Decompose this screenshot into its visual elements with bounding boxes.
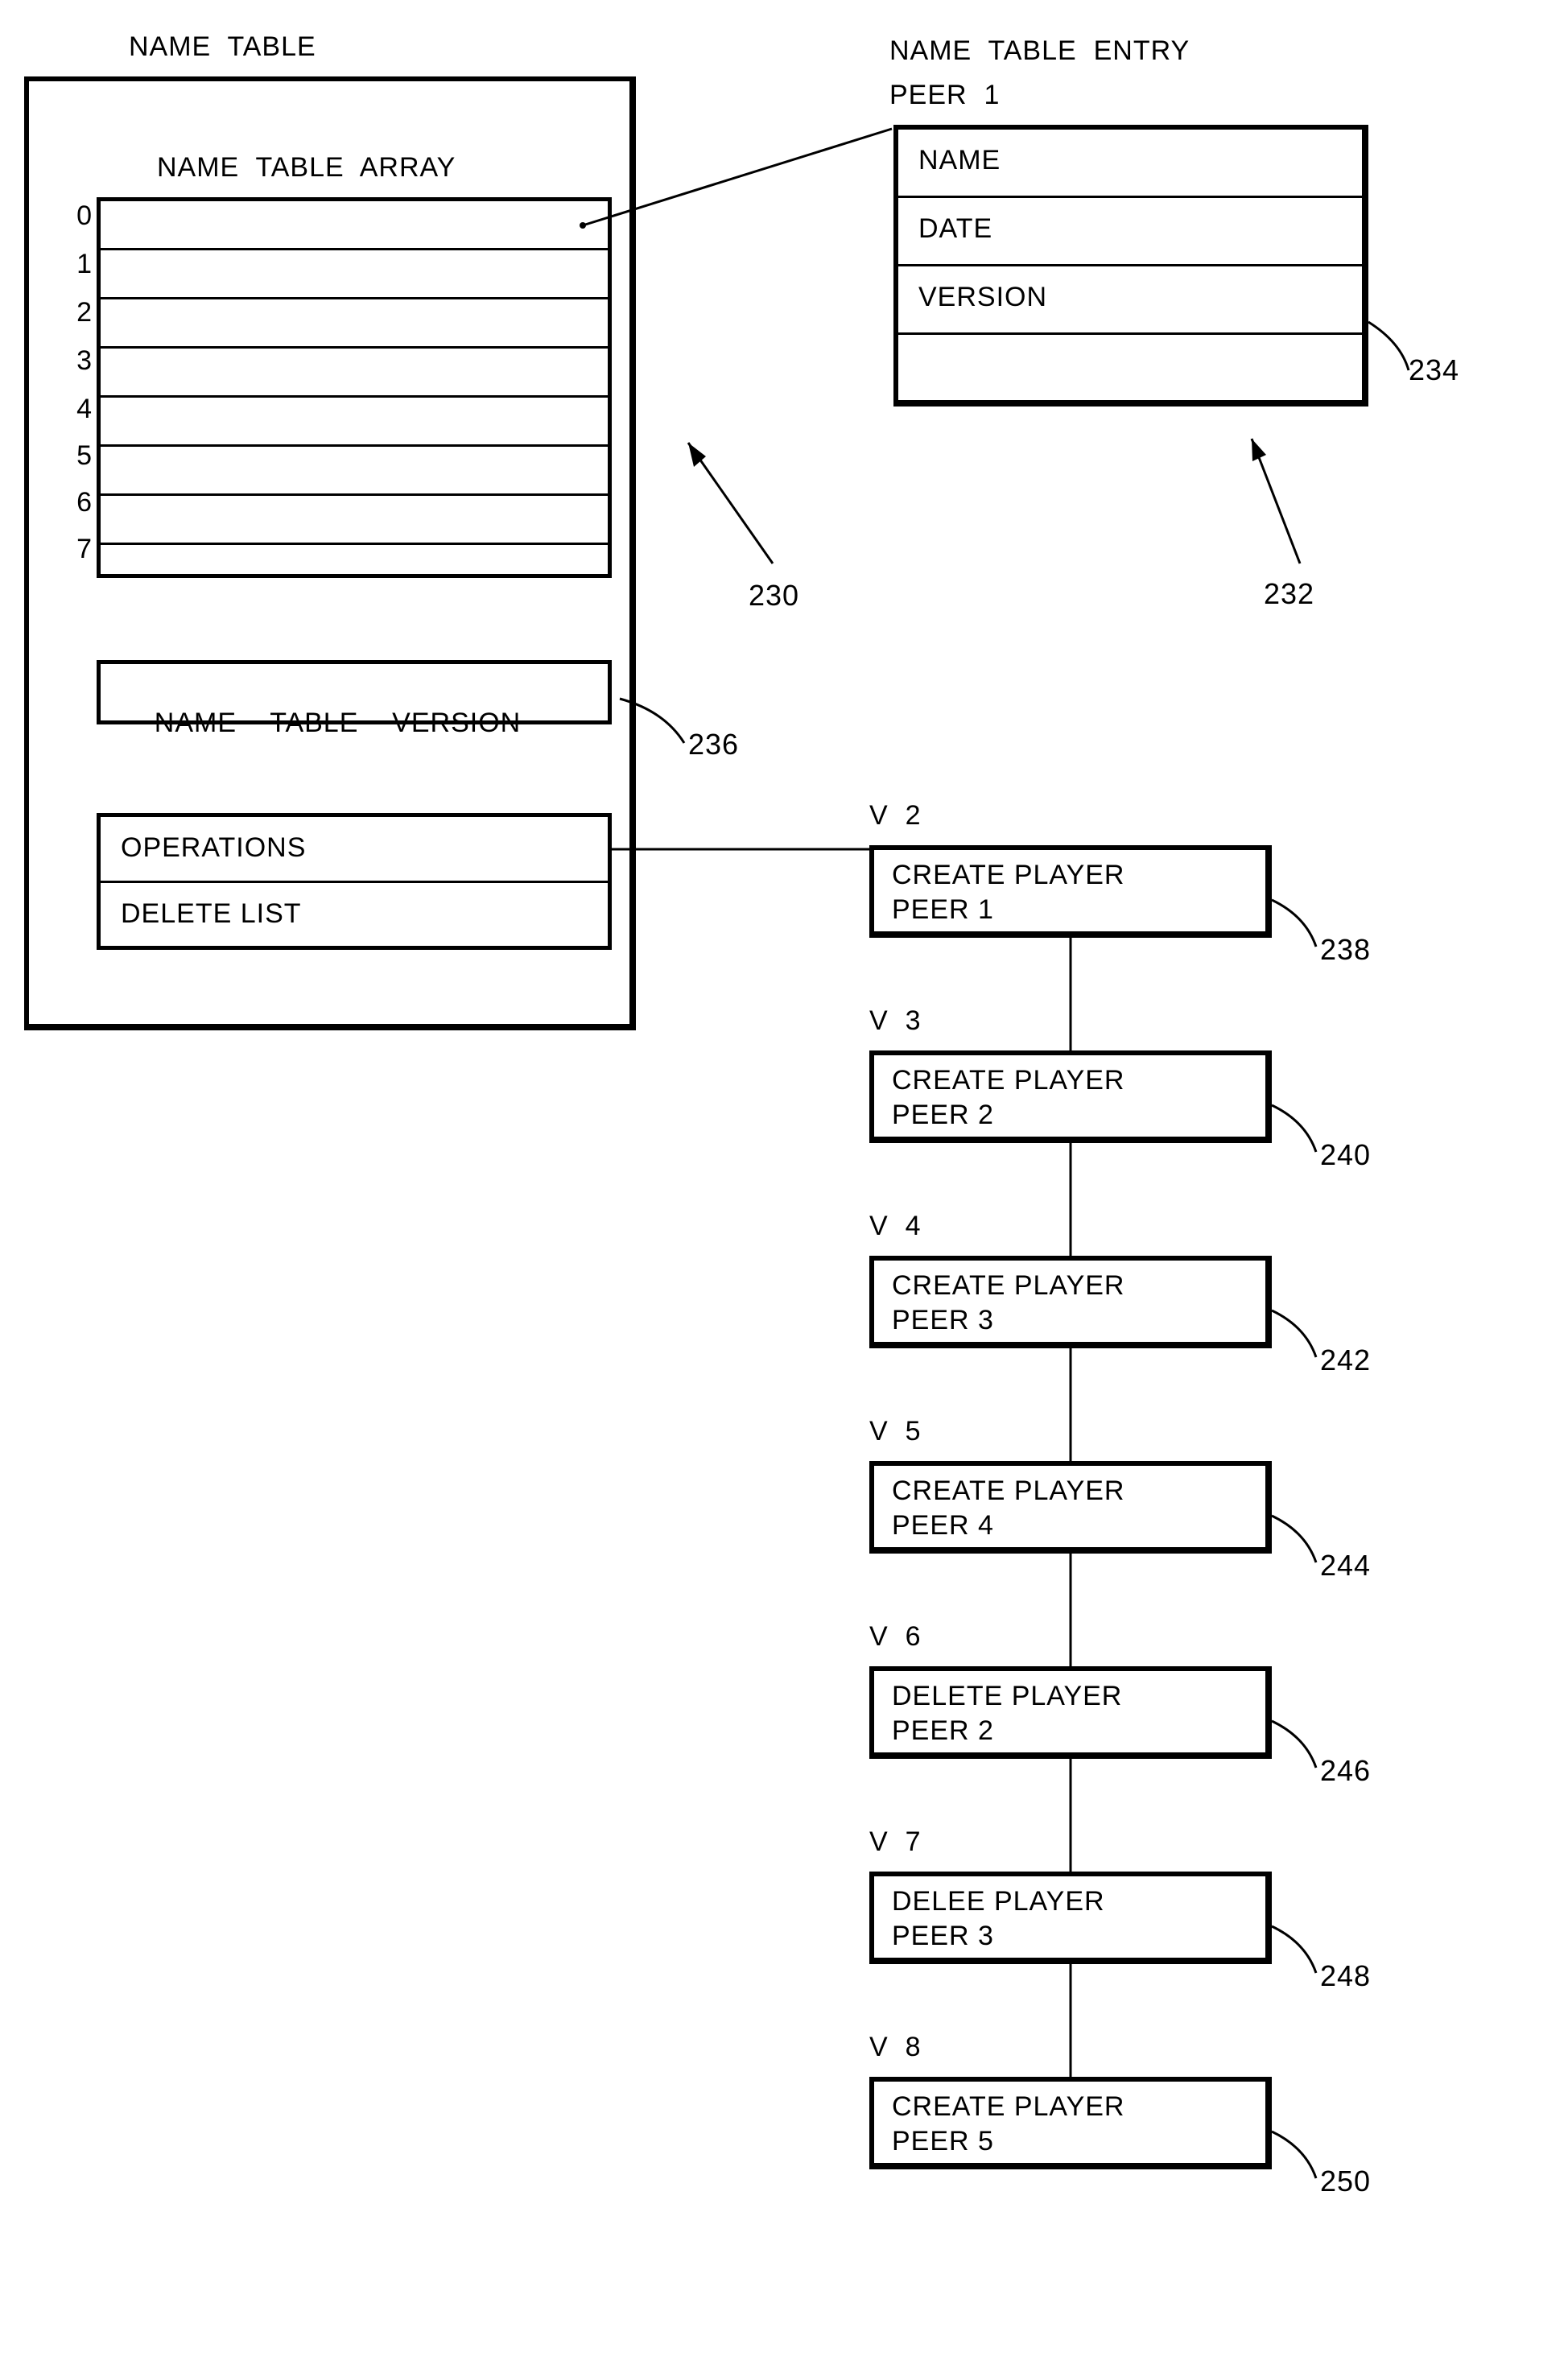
op-line2: PEER 2 (892, 1098, 1265, 1133)
refnum-238: 238 (1320, 934, 1371, 966)
op-line1: CREATE PLAYER (892, 1063, 1265, 1098)
op-line2: PEER 1 (892, 893, 1265, 927)
refnum-242: 242 (1320, 1344, 1371, 1376)
op-node: CREATE PLAYER PEER 3 (869, 1256, 1272, 1348)
refnum-244: 244 (1320, 1550, 1371, 1582)
refnum-248: 248 (1320, 1960, 1371, 1992)
op-line2: PEER 5 (892, 2124, 1265, 2159)
operations-label: OPERATIONS (121, 832, 306, 863)
op-line1: CREATE PLAYER (892, 1474, 1265, 1508)
diagram-canvas: NAME TABLE NAME TABLE ARRAY 0 1 2 3 4 5 … (0, 0, 1568, 2369)
entry-date-label: DATE (918, 213, 992, 244)
op-line1: DELETE PLAYER (892, 1679, 1265, 1714)
refnum-232: 232 (1264, 578, 1314, 610)
operations-row: OPERATIONS (101, 817, 608, 883)
op-line2: PEER 3 (892, 1303, 1265, 1338)
entry-name-label: NAME (918, 145, 1001, 175)
entry-blank-row (898, 335, 1362, 403)
op-line1: CREATE PLAYER (892, 858, 1265, 893)
entry-name-row: NAME (898, 130, 1362, 198)
name-table-version-label: NAME TABLE VERSION (155, 708, 521, 738)
entry-version-label: VERSION (918, 282, 1047, 312)
op-line2: PEER 2 (892, 1714, 1265, 1748)
refnum-250: 250 (1320, 2165, 1371, 2198)
op-line2: PEER 4 (892, 1508, 1265, 1543)
op-line1: CREATE PLAYER (892, 2090, 1265, 2124)
refnum-240: 240 (1320, 1139, 1371, 1171)
op-line1: DELEE PLAYER (892, 1884, 1265, 1919)
op-line2: PEER 3 (892, 1919, 1265, 1954)
op-node: CREATE PLAYER PEER 2 (869, 1050, 1272, 1143)
op-node: DELETE PLAYER PEER 2 (869, 1666, 1272, 1759)
op-node: DELEE PLAYER PEER 3 (869, 1872, 1272, 1964)
entry-version-row: VERSION (898, 266, 1362, 335)
name-table-entry-box: NAME DATE VERSION (893, 125, 1368, 407)
operations-box: OPERATIONS DELETE LIST (97, 813, 612, 950)
refnum-234: 234 (1409, 354, 1459, 386)
name-table-version-box: NAME TABLE VERSION (97, 660, 612, 724)
refnum-230: 230 (749, 580, 799, 612)
delete-list-label: DELETE LIST (121, 898, 302, 929)
op-line1: CREATE PLAYER (892, 1269, 1265, 1303)
op-node: CREATE PLAYER PEER 1 (869, 845, 1272, 938)
op-node: CREATE PLAYER PEER 5 (869, 2077, 1272, 2169)
op-node: CREATE PLAYER PEER 4 (869, 1461, 1272, 1554)
refnum-236: 236 (688, 728, 739, 761)
delete-list-row: DELETE LIST (101, 883, 608, 949)
refnum-246: 246 (1320, 1755, 1371, 1787)
entry-date-row: DATE (898, 198, 1362, 266)
